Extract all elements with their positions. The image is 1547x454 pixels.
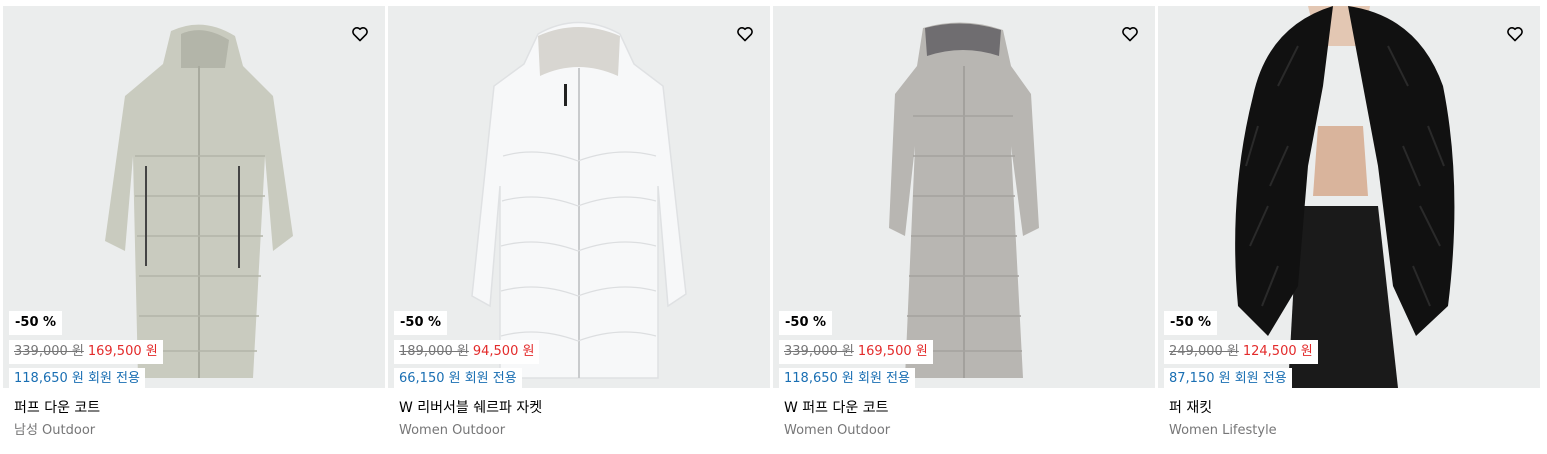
discount-badge: -50 %: [9, 311, 63, 335]
original-price: 339,000 원: [784, 344, 854, 359]
product-category: Women Outdoor: [399, 423, 506, 438]
discount-badge: -50 %: [394, 311, 448, 335]
member-price: 118,650 원 회원 전용: [9, 368, 145, 388]
product-image-area[interactable]: -50 % 189,000 원 94,500 원 66,150 원 회원 전용: [388, 6, 770, 388]
heart-icon[interactable]: [1506, 26, 1524, 42]
original-price: 249,000 원: [1169, 344, 1239, 359]
heart-icon[interactable]: [736, 26, 754, 42]
product-grid: -50 % 339,000 원 169,500 원 118,650 원 회원 전용…: [0, 0, 1547, 454]
product-image-area[interactable]: -50 % 249,000 원 124,500 원 87,150 원 회원 전용: [1158, 6, 1540, 388]
product-name[interactable]: W 리버서블 쉐르파 자켓: [399, 399, 542, 417]
heart-icon[interactable]: [1121, 26, 1139, 42]
product-card[interactable]: -50 % 339,000 원 169,500 원 118,650 원 회원 전용…: [773, 6, 1155, 454]
member-price: 87,150 원 회원 전용: [1164, 368, 1292, 388]
product-card[interactable]: -50 % 339,000 원 169,500 원 118,650 원 회원 전용…: [3, 6, 385, 454]
product-image-area[interactable]: -50 % 339,000 원 169,500 원 118,650 원 회원 전용: [3, 6, 385, 388]
product-name[interactable]: W 퍼프 다운 코트: [784, 399, 888, 417]
sale-price: 124,500 원: [1242, 344, 1313, 359]
product-category: 남성 Outdoor: [14, 423, 96, 438]
product-name[interactable]: 퍼 재킷: [1169, 399, 1212, 417]
product-image-area[interactable]: -50 % 339,000 원 169,500 원 118,650 원 회원 전용: [773, 6, 1155, 388]
price-box: 339,000 원 169,500 원: [9, 340, 163, 364]
product-category: Women Lifestyle: [1169, 423, 1277, 438]
member-price: 66,150 원 회원 전용: [394, 368, 522, 388]
original-price: 339,000 원: [14, 344, 84, 359]
product-card[interactable]: -50 % 189,000 원 94,500 원 66,150 원 회원 전용 W…: [388, 6, 770, 454]
discount-badge: -50 %: [779, 311, 833, 335]
product-category: Women Outdoor: [784, 423, 891, 438]
sale-price: 94,500 원: [472, 344, 535, 359]
price-box: 339,000 원 169,500 원: [779, 340, 933, 364]
sale-price: 169,500 원: [87, 344, 158, 359]
product-name[interactable]: 퍼프 다운 코트: [14, 399, 100, 417]
product-card[interactable]: -50 % 249,000 원 124,500 원 87,150 원 회원 전용 …: [1158, 6, 1540, 454]
sale-price: 169,500 원: [857, 344, 928, 359]
discount-badge: -50 %: [1164, 311, 1218, 335]
price-box: 189,000 원 94,500 원: [394, 340, 540, 364]
heart-icon[interactable]: [351, 26, 369, 42]
member-price: 118,650 원 회원 전용: [779, 368, 915, 388]
original-price: 189,000 원: [399, 344, 469, 359]
price-box: 249,000 원 124,500 원: [1164, 340, 1318, 364]
